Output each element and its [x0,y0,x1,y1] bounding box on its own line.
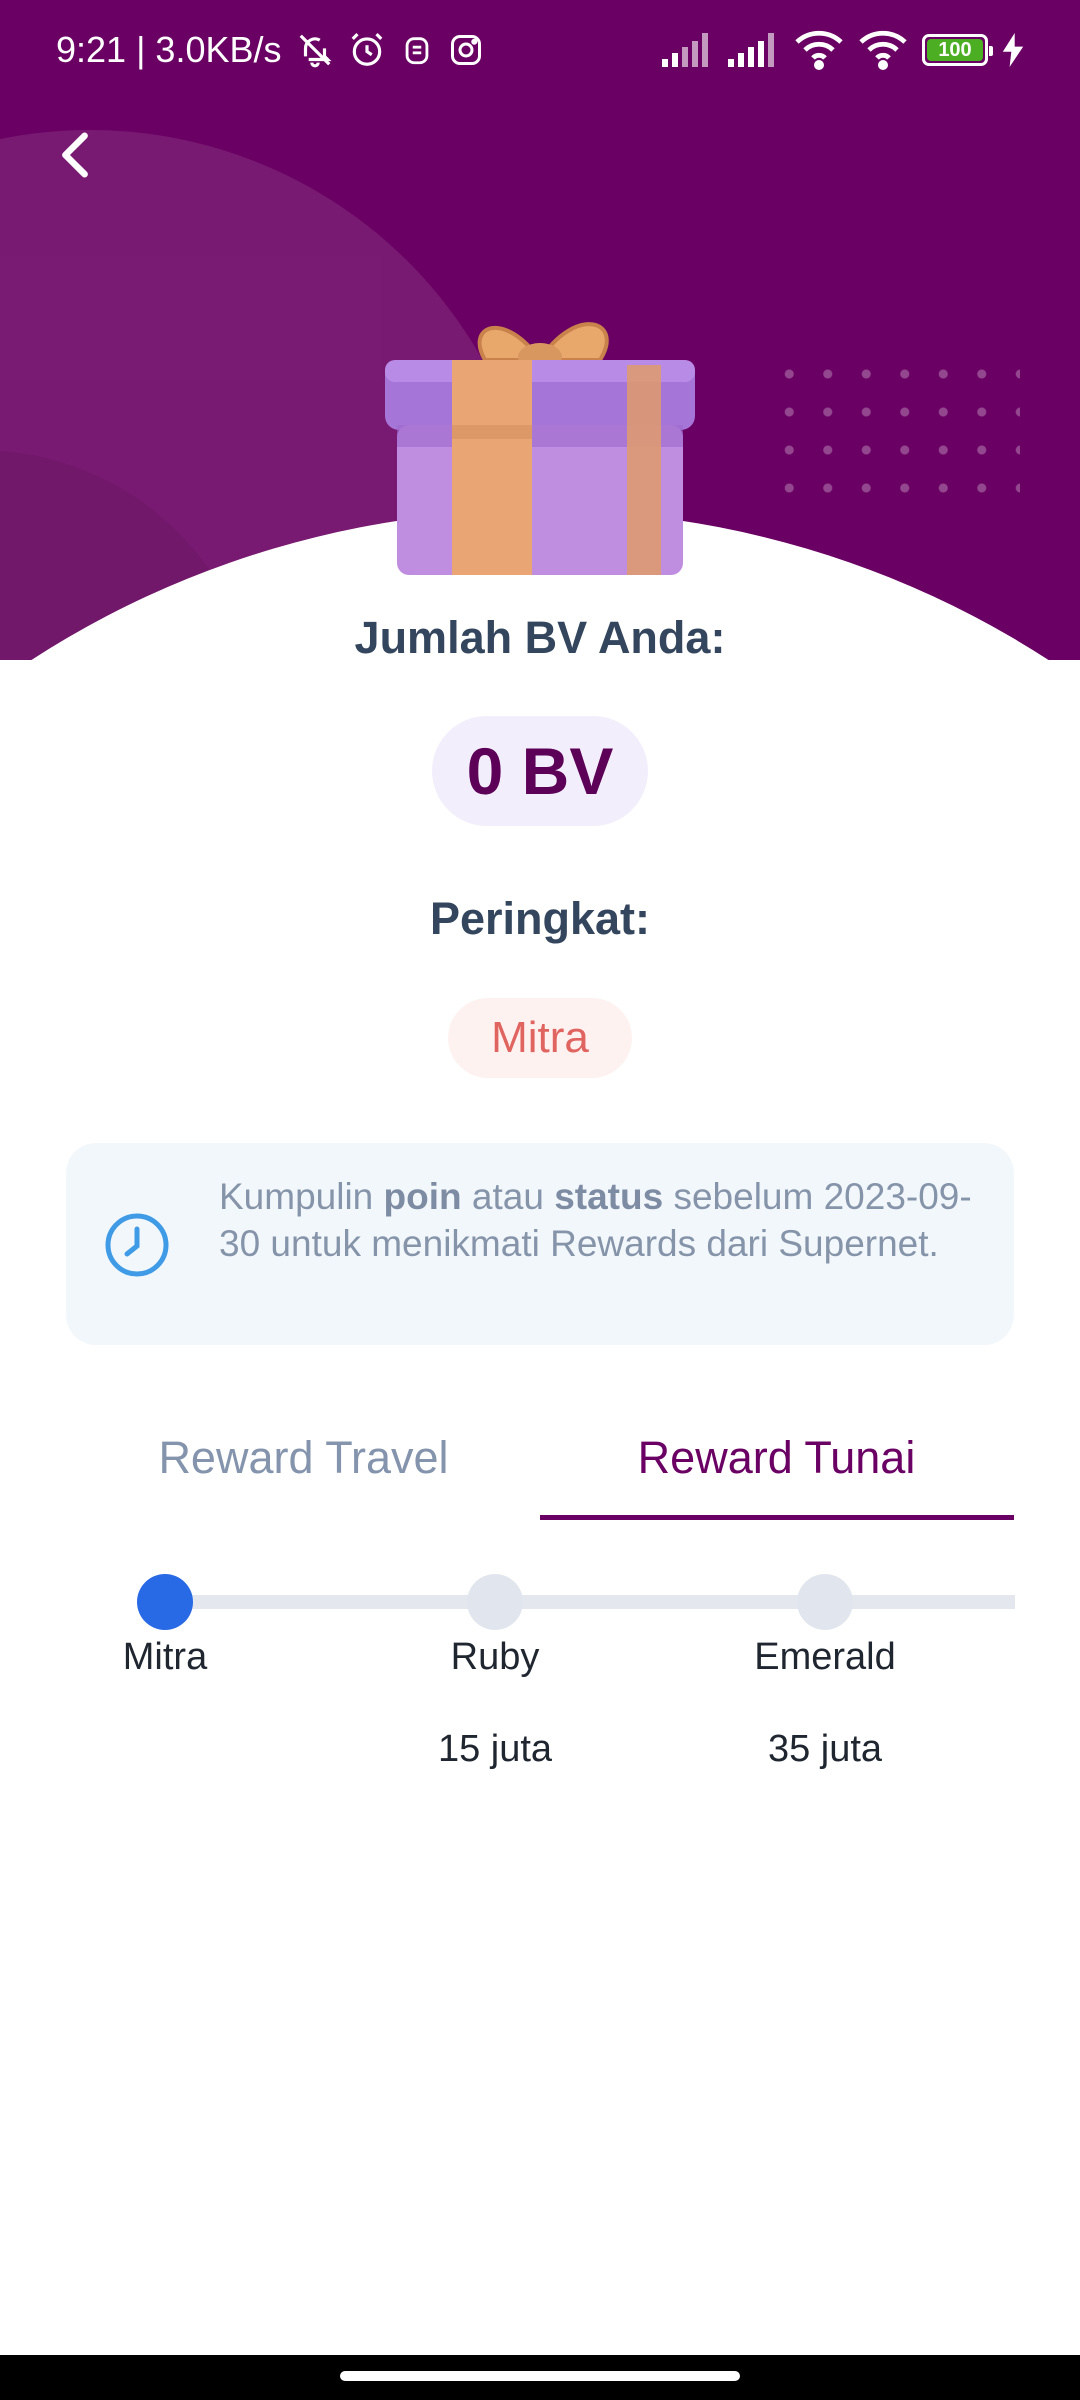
tier-value-ruby: 15 juta [437,1728,553,1770]
bell-off-icon [299,34,331,68]
tier-name-mitra: Mitra [122,1636,208,1678]
bv-label: Jumlah BV Anda: [354,612,726,663]
chevron-left-icon [62,132,88,178]
info-card: Kumpulin poin atau status sebelum 2023-0… [66,1143,1014,1345]
info-message: Kumpulin poin atau status sebelum 2023-0… [219,1176,972,1264]
status-bar: 9:21 | 3.0KB/s 100 [0,0,1080,100]
charging-icon [1002,33,1024,67]
tier-name-emerald: Emerald [754,1636,896,1678]
tier-node-ruby [467,1574,523,1630]
rank-value-badge: Mitra [448,998,632,1078]
instagram-icon [450,35,481,65]
active-tab-indicator [540,1515,1014,1520]
clock-icon [105,1213,169,1277]
tier-node-emerald [797,1574,853,1630]
bv-value-badge: 0 BV [432,716,648,826]
battery-icon: 100 [922,34,993,66]
signal-icon-2 [728,33,774,67]
home-indicator[interactable] [340,2371,740,2381]
signal-icon [662,33,708,67]
tab-reward-travel[interactable]: Reward Travel [67,1415,540,1520]
tab-reward-tunai[interactable]: Reward Tunai [540,1415,1013,1520]
wifi-link-icon [795,30,843,70]
tier-name-ruby: Ruby [450,1636,540,1678]
app-notification-icon [405,37,428,65]
rank-label: Peringkat: [429,893,651,944]
tier-node-mitra [137,1574,193,1630]
status-time-speed: 9:21 | 3.0KB/s [56,29,282,70]
battery-level: 100 [938,38,972,61]
alarm-icon [351,33,382,66]
decorative-dot-grid [770,355,1020,515]
back-button[interactable] [40,115,110,195]
tier-progress-track [165,1595,1015,1609]
gift-box-illustration [385,322,695,575]
wifi-icon [859,30,907,70]
tier-value-emerald: 35 juta [767,1728,883,1770]
